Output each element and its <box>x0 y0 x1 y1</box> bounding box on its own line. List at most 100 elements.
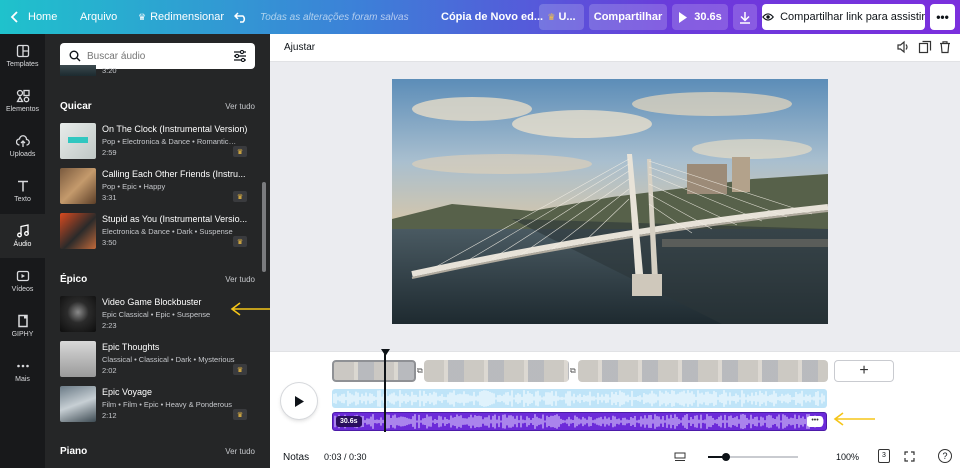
more-options-button[interactable]: ••• <box>930 4 955 30</box>
playhead[interactable] <box>384 354 386 432</box>
see-all-link[interactable]: Ver tudo <box>225 447 255 456</box>
resize-button[interactable]: ♛ Redimensionar <box>138 0 224 34</box>
see-all-link[interactable]: Ver tudo <box>225 275 255 284</box>
section-header: Épico Ver tudo <box>60 274 255 288</box>
play-button[interactable] <box>281 383 317 419</box>
track-thumbnail <box>60 168 96 204</box>
fullscreen-icon[interactable] <box>904 451 915 462</box>
crown-icon: ♛ <box>233 364 247 375</box>
track-title: Epic Voyage <box>102 387 153 397</box>
playhead-handle-icon[interactable] <box>381 349 390 356</box>
annotation-arrow-icon <box>833 412 875 426</box>
see-all-link[interactable]: Ver tudo <box>225 102 255 111</box>
panel-scrollbar[interactable] <box>262 182 266 272</box>
grid-view-icon[interactable] <box>674 452 686 462</box>
video-clip[interactable] <box>332 360 416 382</box>
section-title: Épico <box>60 274 88 285</box>
share-button[interactable]: Compartilhar <box>589 4 667 30</box>
rail-label: Templates <box>6 61 39 68</box>
crown-icon: ♛ <box>233 146 247 157</box>
track-title: Stupid as You (Instrumental Versio... <box>102 214 248 224</box>
video-clip[interactable] <box>578 360 828 382</box>
bridge-illustration <box>392 79 828 324</box>
volume-icon[interactable] <box>896 40 910 54</box>
video-clip[interactable] <box>424 360 569 382</box>
track-meta: Pop • Epic • Happy <box>102 182 166 191</box>
side-rail: Templates Elementos Uploads Texto Áudio … <box>0 34 45 468</box>
track-title: Epic Thoughts <box>102 342 160 352</box>
adjust-button[interactable]: Ajustar <box>284 42 315 53</box>
editor-area: Ajustar ⧉ ⧉ + 30.6s ••• Notas 0:03 / 0:3… <box>270 34 960 468</box>
track-duration: 3:20 <box>102 66 117 75</box>
rail-item-text[interactable]: Texto <box>0 169 45 213</box>
giphy-icon <box>17 314 28 328</box>
rail-item-templates[interactable]: Templates <box>0 34 45 78</box>
rail-item-giphy[interactable]: GIPHY <box>0 304 45 348</box>
waveform <box>334 414 824 429</box>
track-thumbnail <box>60 386 96 422</box>
trash-icon[interactable] <box>938 40 952 54</box>
search-input[interactable] <box>87 47 227 65</box>
track-item[interactable]: Epic Voyage Film • Film • Epic • Heavy &… <box>60 386 255 424</box>
zoom-slider[interactable] <box>708 453 798 461</box>
zoom-slider-thumb[interactable] <box>722 453 730 461</box>
track-options-icon[interactable]: ••• <box>807 416 823 427</box>
rail-item-videos[interactable]: Vídeos <box>0 259 45 303</box>
top-bar: Home Arquivo ♛ Redimensionar Todas as al… <box>0 0 960 34</box>
resize-label: Redimensionar <box>150 11 225 23</box>
page-count-button[interactable]: 3 <box>878 449 890 463</box>
section-header: Quicar Ver tudo <box>60 101 255 115</box>
download-icon <box>740 11 750 24</box>
home-link[interactable]: Home <box>10 0 57 34</box>
present-button[interactable]: 30.6s <box>672 4 728 30</box>
rail-item-more[interactable]: Mais <box>0 349 45 393</box>
audio-track-selected[interactable]: 30.6s ••• <box>332 412 827 431</box>
track-duration: 3:50 <box>102 238 117 247</box>
rail-label: Áudio <box>13 241 32 248</box>
undo-button[interactable] <box>234 0 248 34</box>
rail-item-elements[interactable]: Elementos <box>0 79 45 123</box>
notes-button[interactable]: Notas <box>283 452 309 463</box>
eye-icon <box>762 13 774 21</box>
rail-label: Mais <box>15 376 30 383</box>
duplicate-icon[interactable] <box>918 40 932 54</box>
track-item[interactable]: On The Clock (Instrumental Version) Pop … <box>60 123 255 161</box>
track-meta: Electronica & Dance • Dark • Suspense <box>102 227 233 236</box>
editor-toolbar: Ajustar <box>270 34 960 62</box>
duration-label: 30.6s <box>694 11 722 23</box>
share-link-button[interactable]: Compartilhar link para assistir <box>762 4 925 30</box>
track-thumbnail[interactable] <box>60 65 96 76</box>
document-title[interactable]: Cópia de Novo ed... <box>441 0 543 34</box>
page-count: 3 <box>882 452 886 459</box>
track-meta: Epic Classical • Epic • Suspense <box>102 310 211 319</box>
track-item[interactable]: Calling Each Other Friends (Instru... Po… <box>60 168 255 206</box>
zoom-level[interactable]: 100% <box>836 452 859 462</box>
filter-icon[interactable] <box>233 50 247 62</box>
track-thumbnail <box>60 123 96 159</box>
rail-item-audio[interactable]: Áudio <box>0 214 45 258</box>
track-title: Calling Each Other Friends (Instru... <box>102 169 246 179</box>
timeline: ⧉ ⧉ + 30.6s ••• Notas 0:03 / 0:30 100% 3… <box>270 349 960 468</box>
audio-track-secondary[interactable] <box>332 389 827 408</box>
add-page-button[interactable]: + <box>834 360 894 382</box>
track-meta: Classical • Classical • Dark • Mysteriou… <box>102 355 235 364</box>
rail-item-uploads[interactable]: Uploads <box>0 124 45 168</box>
bridge-photo[interactable] <box>392 79 828 324</box>
file-menu[interactable]: Arquivo <box>80 0 117 34</box>
upgrade-label: U... <box>558 11 576 23</box>
section-title: Piano <box>60 446 88 457</box>
track-item[interactable]: Video Game Blockbuster Epic Classical • … <box>60 296 255 334</box>
upgrade-button[interactable]: ♛ U... <box>539 4 584 30</box>
download-button[interactable] <box>733 4 757 30</box>
track-item[interactable]: Epic Thoughts Classical • Classical • Da… <box>60 341 255 379</box>
share-label: Compartilhar <box>593 11 663 23</box>
track-meta: Film • Film • Epic • Heavy & Ponderous <box>102 400 232 409</box>
track-title: Video Game Blockbuster <box>102 297 202 307</box>
help-button[interactable]: ? <box>938 449 952 463</box>
rail-label: GIPHY <box>11 331 34 338</box>
text-icon <box>17 180 28 192</box>
track-item[interactable]: Stupid as You (Instrumental Versio... El… <box>60 213 255 251</box>
transition-icon[interactable]: ⧉ <box>417 366 423 376</box>
transition-icon[interactable]: ⧉ <box>570 366 576 376</box>
track-duration: 2:59 <box>102 148 117 157</box>
